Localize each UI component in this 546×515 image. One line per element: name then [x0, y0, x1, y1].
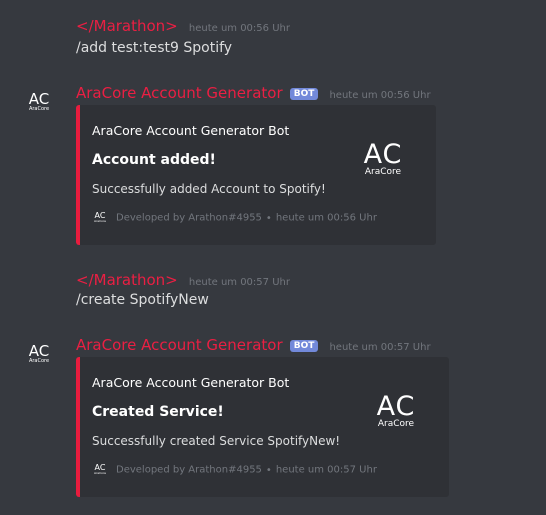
avatar[interactable]: AC AraCore	[26, 344, 52, 366]
thumbnail-logo-sub: AraCore	[377, 419, 415, 429]
avatar[interactable]: AC AraCore	[26, 92, 52, 114]
embed: AraCore Account Generator Bot Created Se…	[76, 357, 449, 497]
embed-description: Successfully added Account to Spotify!	[92, 182, 326, 196]
username[interactable]: AraCore Account Generator	[76, 336, 283, 354]
username[interactable]: AraCore Account Generator	[76, 84, 283, 102]
bot-badge: BOT	[289, 340, 319, 352]
avatar-logo: AC	[28, 90, 50, 108]
timestamp: heute um 00:57 Uhr	[188, 277, 290, 288]
message-header: </Marathon> heute um 00:56 Uhr	[76, 16, 290, 35]
footer-icon: AC AraCore	[92, 464, 108, 475]
footer-icon-logo-sub: AraCore	[93, 219, 107, 223]
embed-title: Account added!	[92, 152, 216, 168]
embed-author: AraCore Account Generator Bot	[92, 375, 290, 390]
thumbnail-logo-sub: AraCore	[364, 167, 402, 177]
footer-text: Developed by Arathon#4955	[116, 464, 262, 476]
thumbnail-logo: AC	[376, 391, 416, 422]
avatar-logo-sub: AraCore	[28, 358, 50, 364]
timestamp: heute um 00:57 Uhr	[329, 342, 431, 353]
username[interactable]: </Marathon>	[76, 271, 178, 289]
avatar-logo-sub: AraCore	[28, 106, 50, 112]
embed-footer: AC AraCore Developed by Arathon#4955 • heu…	[92, 212, 377, 224]
chat-log: </Marathon> heute um 00:56 Uhr /add test…	[0, 0, 546, 515]
embed-author: AraCore Account Generator Bot	[92, 123, 290, 138]
footer-separator: •	[265, 464, 272, 476]
message-header: AraCore Account Generator BOT heute um 0…	[76, 83, 431, 102]
footer-icon: AC AraCore	[92, 212, 108, 223]
embed-description: Successfully created Service SpotifyNew!	[92, 434, 341, 448]
footer-time: heute um 00:56 Uhr	[275, 212, 377, 224]
avatar-logo: AC	[28, 342, 50, 360]
embed-title: Created Service!	[92, 404, 224, 420]
thumbnail-logo: AC	[363, 139, 403, 170]
message-content: /create SpotifyNew	[76, 292, 209, 308]
message-header: AraCore Account Generator BOT heute um 0…	[76, 335, 431, 354]
timestamp: heute um 00:56 Uhr	[329, 90, 431, 101]
timestamp: heute um 00:56 Uhr	[188, 23, 290, 34]
embed-thumbnail[interactable]: AC AraCore	[358, 141, 408, 177]
bot-badge: BOT	[289, 88, 319, 100]
message-header: </Marathon> heute um 00:57 Uhr	[76, 270, 290, 289]
footer-text: Developed by Arathon#4955	[116, 212, 262, 224]
footer-separator: •	[265, 212, 272, 224]
username[interactable]: </Marathon>	[76, 17, 178, 35]
embed-thumbnail[interactable]: AC AraCore	[371, 393, 421, 429]
message-content: /add test:test9 Spotify	[76, 40, 233, 56]
embed-footer: AC AraCore Developed by Arathon#4955 • heu…	[92, 464, 377, 476]
footer-icon-logo-sub: AraCore	[93, 471, 107, 475]
footer-time: heute um 00:57 Uhr	[275, 464, 377, 476]
embed: AraCore Account Generator Bot Account ad…	[76, 105, 436, 245]
